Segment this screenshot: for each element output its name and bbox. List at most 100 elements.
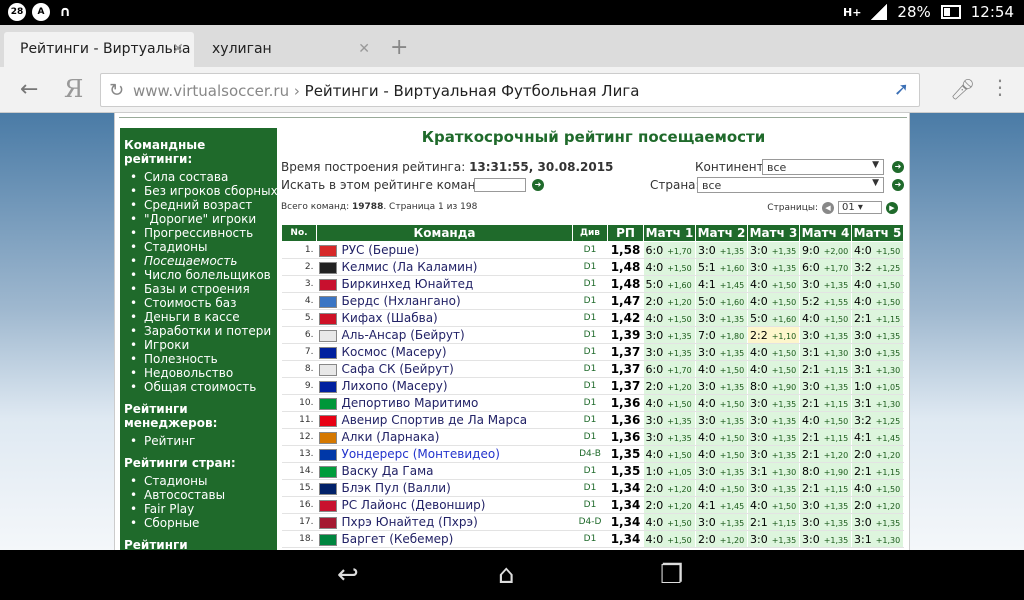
match-cell[interactable]: 2:1 +1,15: [747, 513, 800, 531]
close-tab-icon[interactable]: ✕: [172, 41, 184, 57]
match-cell[interactable]: 3:0 +1,35: [851, 326, 904, 344]
match-cell[interactable]: 4:0 +1,50: [643, 258, 696, 276]
match-cell[interactable]: 3:0 +1,35: [747, 258, 800, 276]
division[interactable]: D1: [572, 326, 608, 344]
sidebar-link[interactable]: Полезность: [124, 352, 277, 366]
team-cell[interactable]: Уондерерс (Монтевидео): [316, 445, 573, 463]
match-cell[interactable]: 3:0 +1,35: [747, 411, 800, 429]
match-cell[interactable]: 3:0 +1,35: [799, 513, 852, 531]
match-cell[interactable]: 4:0 +1,50: [799, 309, 852, 327]
match-cell[interactable]: 4:0 +1,50: [747, 496, 800, 514]
sidebar-link[interactable]: "Дорогие" игроки: [124, 212, 277, 226]
home-icon[interactable]: ⌂: [498, 560, 515, 590]
match-cell[interactable]: 2:1 +1,15: [851, 462, 904, 480]
sidebar-link[interactable]: Рейтинг: [124, 434, 277, 448]
microphone-icon[interactable]: 🎤︎: [950, 77, 975, 101]
column-header[interactable]: Матч 4: [799, 224, 852, 242]
sidebar-link[interactable]: Посещаемость: [124, 254, 277, 268]
match-cell[interactable]: 4:0 +1,50: [799, 411, 852, 429]
match-cell[interactable]: 2:0 +1,20: [695, 530, 748, 548]
sidebar-link[interactable]: Недовольство: [124, 366, 277, 380]
match-cell[interactable]: 4:0 +1,50: [695, 445, 748, 463]
match-cell[interactable]: 2:0 +1,20: [643, 377, 696, 395]
division[interactable]: D4-B: [572, 445, 608, 463]
division[interactable]: D1: [572, 241, 608, 259]
match-cell[interactable]: 4:0 +1,50: [851, 241, 904, 259]
back-nav-icon[interactable]: ↩: [337, 560, 359, 590]
division[interactable]: D1: [572, 462, 608, 480]
team-cell[interactable]: Лихопо (Масеру): [316, 377, 573, 395]
next-page-icon[interactable]: ▶: [886, 201, 898, 214]
team-cell[interactable]: Космос (Масеру): [316, 343, 573, 361]
sidebar-link[interactable]: Сборные: [124, 516, 277, 530]
match-cell[interactable]: 3:0 +1,35: [695, 241, 748, 259]
division[interactable]: D4-D: [572, 513, 608, 531]
match-cell[interactable]: 2:2 +1,10: [747, 326, 800, 344]
division[interactable]: D1: [572, 275, 608, 293]
team-name[interactable]: Келмис (Ла Каламин): [342, 260, 478, 274]
team-cell[interactable]: Сафа СК (Бейрут): [316, 360, 573, 378]
reload-icon[interactable]: ↻: [109, 80, 124, 101]
division[interactable]: D1: [572, 394, 608, 412]
match-cell[interactable]: 3:0 +1,35: [747, 241, 800, 259]
match-cell[interactable]: 1:0 +1,05: [851, 377, 904, 395]
division[interactable]: D1: [572, 343, 608, 361]
match-cell[interactable]: 3:0 +1,35: [695, 411, 748, 429]
match-cell[interactable]: 8:0 +1,90: [747, 377, 800, 395]
match-cell[interactable]: 5:0 +1,60: [643, 275, 696, 293]
match-cell[interactable]: 4:0 +1,50: [747, 275, 800, 293]
column-header[interactable]: Команда: [316, 224, 573, 242]
match-cell[interactable]: 4:0 +1,50: [695, 479, 748, 497]
sidebar-link[interactable]: Без игроков сборных: [124, 184, 278, 198]
match-cell[interactable]: 4:0 +1,50: [851, 479, 904, 497]
column-header[interactable]: Матч 2: [695, 224, 748, 242]
match-cell[interactable]: 5:0 +1,60: [695, 292, 748, 310]
team-name[interactable]: Бердс (Нхлангано): [342, 294, 461, 308]
match-cell[interactable]: 3:0 +1,35: [851, 343, 904, 361]
match-cell[interactable]: 8:0 +1,90: [799, 462, 852, 480]
team-name[interactable]: Сафа СК (Бейрут): [342, 362, 454, 376]
team-name[interactable]: Васку Да Гама: [342, 464, 434, 478]
team-cell[interactable]: Авенир Спортив де Ла Марса: [316, 411, 573, 429]
country-go-icon[interactable]: ➜: [892, 179, 904, 191]
match-cell[interactable]: 4:0 +1,50: [643, 445, 696, 463]
match-cell[interactable]: 4:1 +1,45: [695, 496, 748, 514]
match-cell[interactable]: 4:0 +1,50: [643, 513, 696, 531]
match-cell[interactable]: 4:0 +1,50: [747, 360, 800, 378]
division[interactable]: D1: [572, 360, 608, 378]
match-cell[interactable]: 2:1 +1,15: [799, 428, 852, 446]
match-cell[interactable]: 4:0 +1,50: [643, 309, 696, 327]
match-cell[interactable]: 9:0 +2,00: [799, 241, 852, 259]
match-cell[interactable]: 6:0 +1,70: [643, 241, 696, 259]
match-cell[interactable]: 3:0 +1,35: [799, 496, 852, 514]
recent-apps-icon[interactable]: ❐: [660, 560, 683, 590]
match-cell[interactable]: 7:0 +1,80: [695, 326, 748, 344]
match-cell[interactable]: 4:0 +1,50: [747, 343, 800, 361]
match-cell[interactable]: 5:1 +1,60: [695, 258, 748, 276]
team-name[interactable]: РУС (Берше): [342, 243, 420, 257]
page-select[interactable]: 01 ▾: [838, 201, 882, 214]
country-select[interactable]: все ▼: [697, 177, 884, 193]
match-cell[interactable]: 3:0 +1,35: [747, 445, 800, 463]
tab-ratings[interactable]: Рейтинги - Виртуальна ✕: [4, 32, 194, 67]
column-header[interactable]: РП: [607, 224, 644, 242]
division[interactable]: D1: [572, 411, 608, 429]
team-cell[interactable]: Пхрэ Юнайтед (Пхрэ): [316, 513, 573, 531]
division[interactable]: D1: [572, 479, 608, 497]
sidebar-link[interactable]: Автосоставы: [124, 488, 277, 502]
team-name[interactable]: Кифах (Шабва): [342, 311, 438, 325]
match-cell[interactable]: 3:0 +1,35: [695, 377, 748, 395]
match-cell[interactable]: 3:1 +1,30: [851, 394, 904, 412]
prev-page-icon[interactable]: ◀: [822, 201, 834, 214]
sidebar-link[interactable]: Число болельщиков: [124, 268, 277, 282]
match-cell[interactable]: 4:0 +1,50: [695, 428, 748, 446]
sidebar-link[interactable]: Стадионы: [124, 240, 277, 254]
match-cell[interactable]: 4:0 +1,50: [747, 292, 800, 310]
match-cell[interactable]: 3:0 +1,35: [799, 530, 852, 548]
pin-icon[interactable]: ➚: [894, 79, 909, 100]
new-tab-icon[interactable]: +: [390, 35, 408, 60]
match-cell[interactable]: 4:0 +1,50: [851, 275, 904, 293]
match-cell[interactable]: 2:0 +1,20: [643, 496, 696, 514]
team-name[interactable]: Биркинхед Юнайтед: [342, 277, 474, 291]
match-cell[interactable]: 3:0 +1,35: [695, 462, 748, 480]
